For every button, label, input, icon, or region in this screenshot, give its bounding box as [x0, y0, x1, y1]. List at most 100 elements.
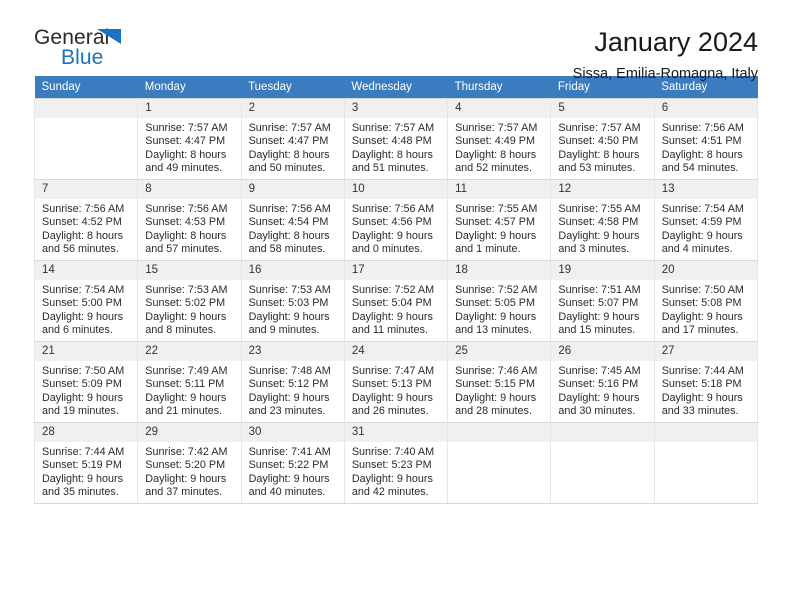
calendar-day-cell[interactable]: 8 Sunrise: 7:56 AM Sunset: 4:53 PM Daylight…	[137, 179, 242, 261]
calendar-day-cell[interactable]: 15 Sunrise: 7:53 AM Sunset: 5:02 PM Dayligh…	[137, 260, 242, 342]
day-number: 2	[241, 99, 344, 118]
sunset-text: Sunset: 5:12 PM	[248, 378, 329, 391]
sunset-text: Sunset: 5:09 PM	[42, 378, 122, 391]
calendar-day-cell[interactable]: 11 Sunrise: 7:55 AM Sunset: 4:57 PM Dayligh…	[447, 179, 552, 261]
day-number: 21	[35, 342, 138, 361]
day-number: 17	[344, 261, 448, 280]
sun-info: Sunrise: 7:49 AM Sunset: 5:11 PM Daylight:…	[138, 361, 240, 419]
calendar-cell-inner	[448, 423, 551, 442]
calendar-day-cell[interactable]: 10 Sunrise: 7:56 AM Sunset: 4:56 PM Dayligh…	[343, 179, 449, 261]
calendar-day-cell[interactable]: 28 Sunrise: 7:44 AM Sunset: 5:19 PM Dayligh…	[33, 422, 139, 504]
calendar-page: General Blue January 2024 Sissa, Emilia-…	[0, 0, 792, 612]
calendar-cell-inner: 21 Sunrise: 7:50 AM Sunset: 5:09 PM Dayligh…	[35, 342, 138, 419]
calendar-day-cell[interactable]: 18 Sunrise: 7:52 AM Sunset: 5:05 PM Dayligh…	[447, 260, 552, 342]
calendar-day-cell[interactable]: 7 Sunrise: 7:56 AM Sunset: 4:52 PM Daylight…	[33, 179, 139, 261]
generalblue-logo[interactable]: General Blue	[34, 26, 144, 70]
calendar-week-row: 28 Sunrise: 7:44 AM Sunset: 5:19 PM Dayligh…	[33, 422, 759, 504]
page-header: General Blue January 2024 Sissa, Emilia-…	[34, 0, 758, 82]
calendar-week-row: 14 Sunrise: 7:54 AM Sunset: 5:00 PM Dayligh…	[33, 260, 759, 342]
sunset-text: Sunset: 5:22 PM	[248, 459, 329, 472]
calendar-day-cell[interactable]: 17 Sunrise: 7:52 AM Sunset: 5:04 PM Dayligh…	[343, 260, 449, 342]
calendar-day-cell[interactable]: 19 Sunrise: 7:51 AM Sunset: 5:07 PM Dayligh…	[550, 260, 655, 342]
daylight-text: Daylight: 9 hours and 9 minutes.	[248, 310, 330, 337]
sunrise-text: Sunrise: 7:49 AM	[145, 365, 228, 377]
sunset-text: Sunset: 4:52 PM	[42, 216, 122, 229]
sunset-text: Sunset: 5:08 PM	[661, 297, 742, 310]
calendar-day-cell[interactable]: 12 Sunrise: 7:55 AM Sunset: 4:58 PM Dayligh…	[550, 179, 655, 261]
sun-info: Sunrise: 7:56 AM Sunset: 4:56 PM Daylight:…	[345, 199, 447, 257]
calendar-day-cell[interactable]: 16 Sunrise: 7:53 AM Sunset: 5:03 PM Dayligh…	[240, 260, 345, 342]
weekday-header-sunday: Sunday	[34, 76, 138, 99]
calendar-day-cell[interactable]: 22 Sunrise: 7:49 AM Sunset: 5:11 PM Dayligh…	[137, 341, 242, 423]
sunrise-text: Sunrise: 7:40 AM	[351, 446, 435, 458]
title-block: January 2024 Sissa, Emilia-Romagna, Ital…	[573, 26, 758, 84]
sun-info: Sunrise: 7:48 AM Sunset: 5:12 PM Daylight:…	[242, 361, 344, 419]
calendar-cell-inner: 8 Sunrise: 7:56 AM Sunset: 4:53 PM Daylight…	[138, 180, 241, 257]
calendar-day-cell[interactable]: 13 Sunrise: 7:54 AM Sunset: 4:59 PM Dayligh…	[653, 179, 759, 261]
daylight-text: Daylight: 8 hours and 52 minutes.	[455, 148, 537, 175]
sun-info: Sunrise: 7:44 AM Sunset: 5:18 PM Daylight:…	[655, 361, 757, 419]
day-number: 19	[551, 261, 654, 280]
calendar-day-cell[interactable]: 3 Sunrise: 7:57 AM Sunset: 4:48 PM Daylight…	[343, 98, 449, 180]
calendar-day-cell[interactable]: 31 Sunrise: 7:40 AM Sunset: 5:23 PM Dayligh…	[343, 422, 449, 504]
calendar-day-cell[interactable]: 1 Sunrise: 7:57 AM Sunset: 4:47 PM Daylight…	[137, 98, 242, 180]
sunrise-text: Sunrise: 7:56 AM	[42, 203, 125, 215]
day-number: 4	[448, 99, 551, 118]
calendar-cell-inner: 10 Sunrise: 7:56 AM Sunset: 4:56 PM Dayligh…	[344, 180, 448, 257]
calendar-day-cell[interactable]: 20 Sunrise: 7:50 AM Sunset: 5:08 PM Dayligh…	[653, 260, 759, 342]
calendar-week-row: 7 Sunrise: 7:56 AM Sunset: 4:52 PM Daylight…	[33, 179, 759, 261]
calendar-cell-inner: 12 Sunrise: 7:55 AM Sunset: 4:58 PM Dayligh…	[551, 180, 654, 257]
sunrise-text: Sunrise: 7:48 AM	[248, 365, 331, 377]
calendar-day-cell[interactable]: 9 Sunrise: 7:56 AM Sunset: 4:54 PM Daylight…	[240, 179, 345, 261]
sunrise-text: Sunrise: 7:53 AM	[248, 284, 331, 296]
calendar-day-cell[interactable]: 14 Sunrise: 7:54 AM Sunset: 5:00 PM Dayligh…	[33, 260, 139, 342]
calendar-cell-inner: 2 Sunrise: 7:57 AM Sunset: 4:47 PM Daylight…	[241, 99, 344, 176]
logo-text-blue: Blue	[61, 46, 104, 69]
sun-info: Sunrise: 7:44 AM Sunset: 5:19 PM Daylight:…	[35, 442, 137, 500]
sunrise-text: Sunrise: 7:42 AM	[145, 446, 228, 458]
calendar-day-cell[interactable]: 27 Sunrise: 7:44 AM Sunset: 5:18 PM Dayligh…	[653, 341, 759, 423]
sun-info: Sunrise: 7:42 AM Sunset: 5:20 PM Daylight:…	[138, 442, 240, 500]
daylight-text: Daylight: 8 hours and 53 minutes.	[558, 148, 640, 175]
calendar-cell-inner: 16 Sunrise: 7:53 AM Sunset: 5:03 PM Dayligh…	[241, 261, 344, 338]
calendar-day-cell[interactable]: 30 Sunrise: 7:41 AM Sunset: 5:22 PM Dayligh…	[240, 422, 345, 504]
sun-info: Sunrise: 7:57 AM Sunset: 4:49 PM Daylight:…	[448, 118, 550, 176]
calendar-cell-empty	[550, 422, 655, 504]
calendar-cell-inner: 5 Sunrise: 7:57 AM Sunset: 4:50 PM Daylight…	[551, 99, 654, 176]
day-number	[551, 423, 654, 442]
sunrise-text: Sunrise: 7:57 AM	[558, 122, 641, 134]
daylight-text: Daylight: 8 hours and 57 minutes.	[145, 229, 227, 256]
sunrise-text: Sunrise: 7:57 AM	[145, 122, 228, 134]
calendar-day-cell[interactable]: 4 Sunrise: 7:57 AM Sunset: 4:49 PM Daylight…	[447, 98, 552, 180]
day-number: 22	[138, 342, 241, 361]
calendar-cell-inner: 4 Sunrise: 7:57 AM Sunset: 4:49 PM Daylight…	[448, 99, 551, 176]
calendar-day-cell[interactable]: 24 Sunrise: 7:47 AM Sunset: 5:13 PM Dayligh…	[343, 341, 449, 423]
day-number: 23	[241, 342, 344, 361]
calendar-day-cell[interactable]: 23 Sunrise: 7:48 AM Sunset: 5:12 PM Dayligh…	[240, 341, 345, 423]
calendar-cell-inner: 18 Sunrise: 7:52 AM Sunset: 5:05 PM Dayligh…	[448, 261, 551, 338]
calendar-day-cell[interactable]: 21 Sunrise: 7:50 AM Sunset: 5:09 PM Dayligh…	[33, 341, 139, 423]
calendar-day-cell[interactable]: 6 Sunrise: 7:56 AM Sunset: 4:51 PM Daylight…	[653, 98, 759, 180]
sunrise-text: Sunrise: 7:57 AM	[248, 122, 331, 134]
calendar-cell-inner: 15 Sunrise: 7:53 AM Sunset: 5:02 PM Dayligh…	[138, 261, 241, 338]
calendar-week-row: 1 Sunrise: 7:57 AM Sunset: 4:47 PM Daylight…	[33, 98, 759, 180]
calendar-day-cell[interactable]: 26 Sunrise: 7:45 AM Sunset: 5:16 PM Dayligh…	[550, 341, 655, 423]
day-number: 1	[138, 99, 241, 118]
calendar-day-cell[interactable]: 5 Sunrise: 7:57 AM Sunset: 4:50 PM Daylight…	[550, 98, 655, 180]
sun-info: Sunrise: 7:53 AM Sunset: 5:03 PM Daylight:…	[242, 280, 344, 338]
sunrise-text: Sunrise: 7:57 AM	[455, 122, 538, 134]
daylight-text: Daylight: 9 hours and 1 minute.	[455, 229, 537, 256]
day-number: 10	[344, 180, 448, 199]
calendar-cell-inner: 26 Sunrise: 7:45 AM Sunset: 5:16 PM Dayligh…	[551, 342, 654, 419]
calendar-cell-inner: 23 Sunrise: 7:48 AM Sunset: 5:12 PM Dayligh…	[241, 342, 344, 419]
calendar-day-cell[interactable]: 25 Sunrise: 7:46 AM Sunset: 5:15 PM Dayligh…	[447, 341, 552, 423]
sunset-text: Sunset: 5:00 PM	[42, 297, 122, 310]
daylight-text: Daylight: 9 hours and 13 minutes.	[455, 310, 537, 337]
calendar-day-cell[interactable]: 2 Sunrise: 7:57 AM Sunset: 4:47 PM Daylight…	[240, 98, 345, 180]
day-number	[448, 423, 551, 442]
calendar-day-cell[interactable]: 29 Sunrise: 7:42 AM Sunset: 5:20 PM Dayligh…	[137, 422, 242, 504]
sun-info: Sunrise: 7:55 AM Sunset: 4:57 PM Daylight:…	[448, 199, 550, 257]
day-number: 15	[138, 261, 241, 280]
daylight-text: Daylight: 9 hours and 6 minutes.	[42, 310, 124, 337]
weekday-header-wednesday: Wednesday	[344, 76, 448, 99]
